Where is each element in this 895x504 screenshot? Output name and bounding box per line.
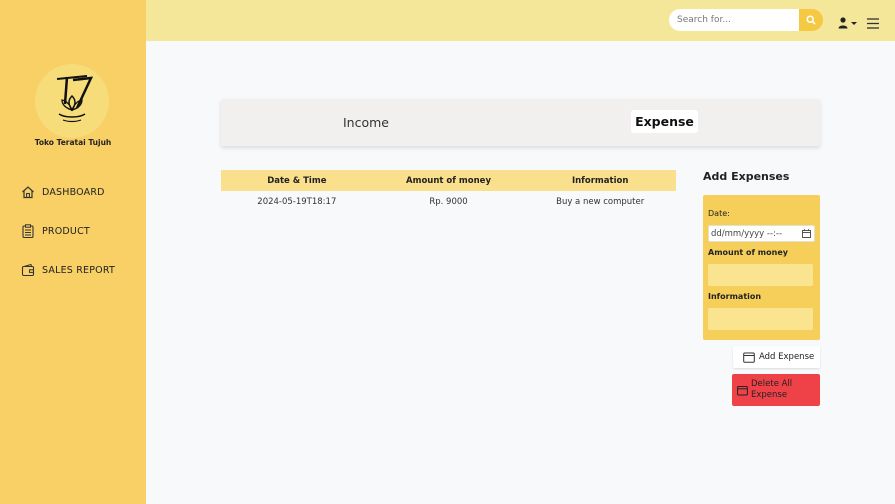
- tab-income[interactable]: Income: [343, 115, 389, 130]
- add-expense-form: Date: dd/mm/yyyy --:-- Amount of money I…: [703, 195, 820, 340]
- search-button[interactable]: [799, 9, 823, 31]
- sidebar-item-product[interactable]: PRODUCT: [21, 223, 90, 239]
- delete-all-expense-label: Delete All Expense: [751, 379, 793, 400]
- clipboard-icon: [22, 224, 34, 238]
- sidebar-item-sales-report[interactable]: SALES REPORT: [21, 262, 115, 278]
- sidebar-item-label: DASHBOARD: [42, 186, 105, 198]
- brand-name: Toko Teratai Tujuh: [34, 138, 112, 147]
- sidebar-item-label: SALES REPORT: [42, 264, 115, 276]
- sidebar-item-dashboard[interactable]: DASHBOARD: [21, 184, 105, 200]
- user-icon: [838, 17, 857, 29]
- calendar-icon[interactable]: [802, 229, 811, 238]
- form-title: Add Expenses: [703, 170, 790, 183]
- tab-expense[interactable]: Expense: [631, 110, 698, 133]
- sidebar: Toko Teratai Tujuh DASHBOARD PRODUCT SAL…: [0, 0, 146, 504]
- lotus-logo-icon: [56, 75, 94, 123]
- cell-amount: Rp. 9000: [429, 197, 468, 207]
- amount-label: Amount of money: [708, 248, 788, 257]
- date-label: Date:: [708, 209, 730, 218]
- tabs-panel: Income Expense: [221, 99, 820, 146]
- amount-field[interactable]: [708, 264, 813, 286]
- wallet-icon: [743, 352, 755, 363]
- wallet-icon: [737, 385, 748, 395]
- wallet-icon: [21, 263, 35, 277]
- home-icon: [22, 186, 34, 199]
- add-expense-label: Add Expense: [759, 352, 815, 362]
- information-label: Information: [708, 292, 762, 301]
- hamburger-menu-icon: [867, 18, 879, 29]
- add-expense-button[interactable]: Add Expense: [733, 346, 820, 368]
- date-field[interactable]: dd/mm/yyyy --:--: [708, 225, 815, 242]
- user-menu-button[interactable]: [838, 14, 858, 29]
- column-header-date-time: Date & Time: [267, 175, 327, 186]
- hamburger-menu-button[interactable]: [867, 14, 879, 29]
- search-icon: [806, 15, 816, 25]
- cell-information: Buy a new computer: [556, 197, 645, 207]
- table-header: Date & Time Amount of money Information: [221, 170, 676, 191]
- search-input[interactable]: [669, 9, 800, 31]
- column-header-amount: Amount of money: [406, 175, 491, 186]
- column-header-information: Information: [571, 175, 629, 186]
- logo[interactable]: [35, 64, 109, 138]
- information-field[interactable]: [708, 308, 813, 330]
- delete-all-expense-button[interactable]: Delete All Expense: [732, 374, 820, 406]
- expense-table: Date & Time Amount of money Information …: [221, 170, 676, 213]
- date-placeholder: dd/mm/yyyy --:--: [711, 228, 783, 239]
- table-row: 2024-05-19T18:17 Rp. 9000 Buy a new comp…: [221, 191, 676, 213]
- cell-date-time: 2024-05-19T18:17: [257, 197, 337, 207]
- search-bar: [669, 9, 823, 31]
- sidebar-item-label: PRODUCT: [42, 225, 90, 237]
